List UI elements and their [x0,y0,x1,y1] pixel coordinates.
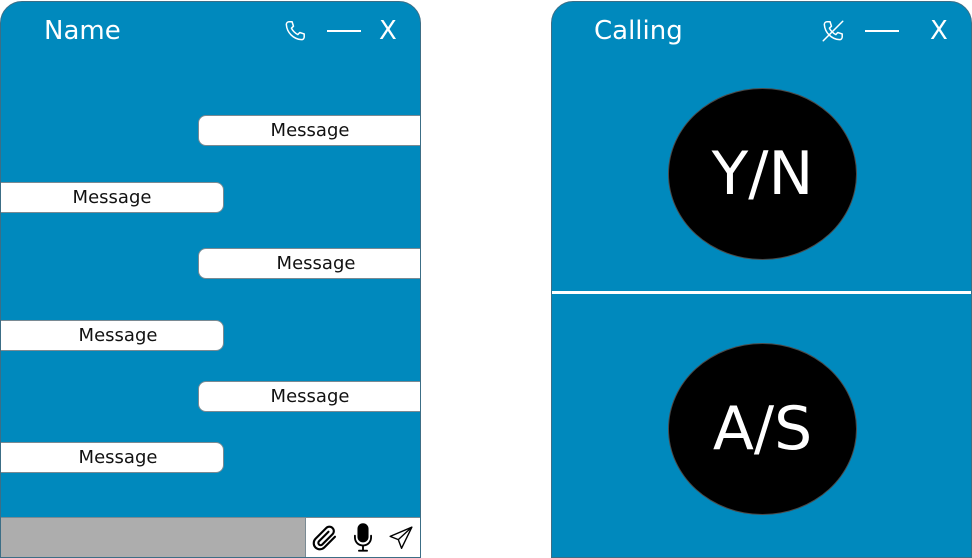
paperclip-icon[interactable] [310,523,340,553]
send-icon[interactable] [386,523,416,553]
message-bubble: Message [1,442,224,473]
minimize-icon[interactable] [327,16,361,46]
minimize-icon[interactable] [865,16,899,46]
message-bubble: Message [198,381,420,412]
message-bubble: Message [198,115,420,146]
participant-avatar: A/S [668,343,857,515]
message-composer[interactable] [1,517,420,557]
message-bubble: Message [1,320,224,351]
call-window: Calling X Y/N A/S [551,1,972,558]
participant-avatar: Y/N [668,88,857,260]
message-bubble: Message [1,182,224,213]
call-title: Calling [594,16,683,46]
phone-icon[interactable] [280,16,310,46]
close-button[interactable]: X [379,16,397,46]
chat-window: Name X Message Message Message Message M… [0,1,421,558]
microphone-icon[interactable] [348,522,378,553]
close-button[interactable]: X [930,16,948,46]
composer-tools [305,518,420,557]
participant-divider [552,291,971,294]
chat-title: Name [44,16,121,46]
message-bubble: Message [198,248,420,279]
phone-off-icon[interactable] [818,16,848,46]
